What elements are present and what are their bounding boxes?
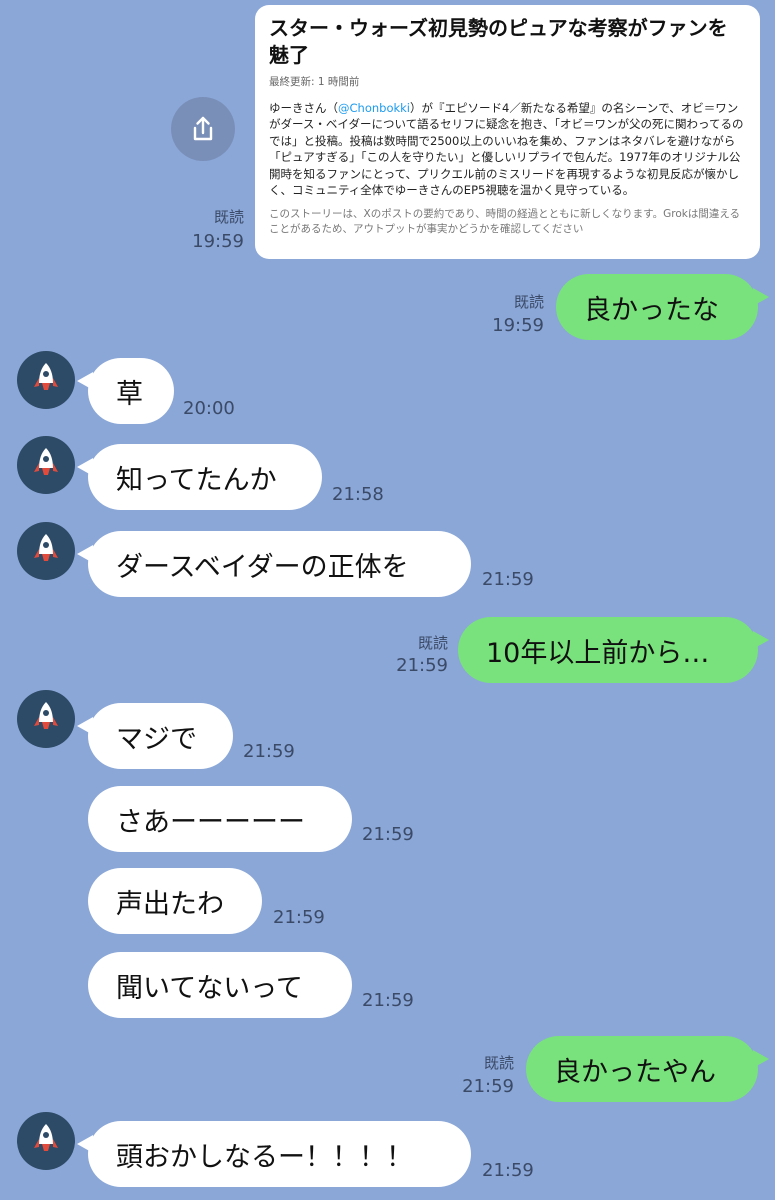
avatar[interactable]: [17, 351, 75, 409]
message-time: 21:59: [482, 569, 534, 590]
shared-story-card[interactable]: スター・ウォーズ初見勢のピュアな考察がファンを魅了 最終更新: 1 時間前 ゆー…: [255, 5, 760, 259]
rocket-icon: [34, 448, 58, 475]
message-time: 21:59: [362, 990, 414, 1011]
read-status: 既読: [513, 293, 544, 311]
card-body: ゆーきさん（@Chonbokki）が『エピソード4／新たなる希望』の名シーンで、…: [269, 100, 746, 198]
message-time: 21:59: [482, 1160, 534, 1181]
share-button[interactable]: [171, 97, 235, 161]
incoming-message[interactable]: 頭おかしなるー！！！！: [77, 1121, 471, 1187]
message-time: 21:59: [462, 1076, 514, 1097]
message-time: 21:59: [243, 741, 295, 762]
incoming-message[interactable]: 知ってたんか: [77, 444, 322, 510]
incoming-message[interactable]: 聞いてないって: [88, 952, 352, 1018]
card-time: 19:59: [192, 231, 244, 252]
avatar[interactable]: [17, 690, 75, 748]
card-disclaimer: このストーリーは、Xのポストの要約であり、時間の経過とともに新しくなります。Gr…: [269, 208, 741, 236]
incoming-message[interactable]: マジで: [77, 703, 233, 769]
card-updated: 最終更新: 1 時間前: [269, 76, 360, 88]
incoming-message[interactable]: 声出たわ: [88, 868, 262, 934]
rocket-icon: [34, 363, 58, 390]
card-handle-link[interactable]: @Chonbokki: [338, 101, 410, 115]
avatar[interactable]: [17, 1112, 75, 1170]
rocket-icon: [34, 534, 58, 561]
message-time: 21:59: [273, 907, 325, 928]
incoming-message[interactable]: ダースベイダーの正体を: [77, 531, 471, 597]
avatar[interactable]: [17, 436, 75, 494]
rocket-icon: [34, 1124, 58, 1151]
message-time: 19:59: [492, 315, 544, 336]
message-time: 21:59: [396, 655, 448, 676]
card-title: スター・ウォーズ初見勢のピュアな考察がファンを魅了: [269, 16, 728, 67]
outgoing-message[interactable]: 10年以上前から…: [458, 617, 769, 683]
card-body-text: ゆーきさん（: [269, 101, 338, 115]
card-body-text: ）が『エピソード4／新たなる希望』の名シーンで、オビ＝ワンがダース・ベイダーにつ…: [269, 101, 744, 198]
outgoing-message[interactable]: 良かったな: [556, 274, 769, 340]
card-read-status: 既読: [213, 208, 244, 226]
message-time: 21:59: [362, 824, 414, 845]
outgoing-message[interactable]: 良かったやん: [526, 1036, 769, 1102]
share-icon: [193, 116, 213, 141]
avatar[interactable]: [17, 522, 75, 580]
incoming-message[interactable]: 草: [77, 358, 174, 424]
read-status: 既読: [417, 634, 448, 652]
rocket-icon: [34, 702, 58, 729]
message-time: 21:58: [332, 484, 384, 505]
incoming-message[interactable]: さあーーーーー: [88, 786, 352, 852]
message-time: 20:00: [183, 398, 235, 419]
read-status: 既読: [483, 1054, 514, 1072]
